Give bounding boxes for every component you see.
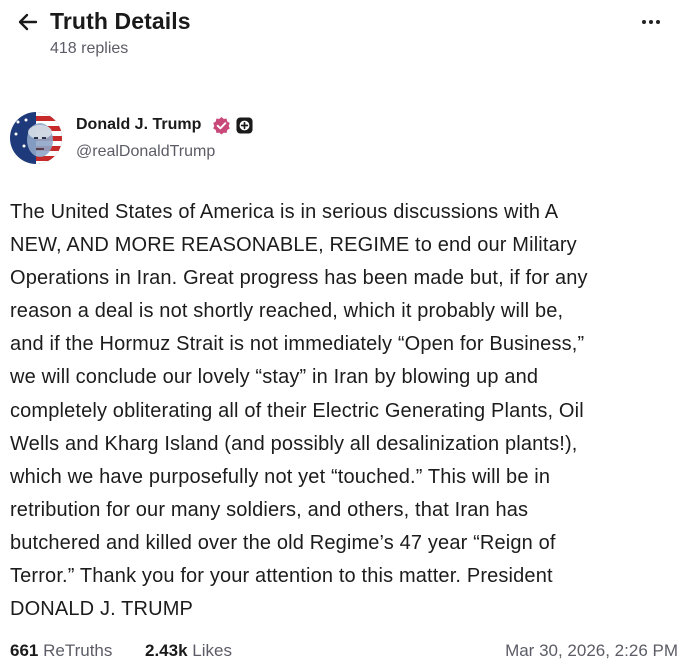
- post-line: Terror.” Thank you for your attention to…: [10, 565, 553, 588]
- post-line: NEW, AND MORE REASONABLE, REGIME to end …: [10, 234, 577, 257]
- post-stats: 661 ReTruths 2.43k Likes Mar 30, 2026, 2…: [10, 638, 682, 664]
- avatar[interactable]: [10, 112, 62, 164]
- likes-label: Likes: [192, 641, 232, 660]
- more-options-button[interactable]: [634, 8, 668, 36]
- arrow-left-icon: [18, 13, 38, 31]
- post-line: The United States of America is in serio…: [10, 201, 559, 223]
- post-line: completely obliterating all of their Ele…: [10, 399, 584, 422]
- likes-count: 2.43k: [145, 641, 188, 660]
- likes-stat[interactable]: 2.43k Likes: [145, 638, 232, 664]
- back-button[interactable]: [12, 6, 44, 38]
- retruths-label: ReTruths: [43, 641, 113, 660]
- post-line: Wells and Kharg Island (and possibly all…: [10, 432, 578, 455]
- post-line: Operations in Iran. Great progress has b…: [10, 267, 588, 290]
- more-horizontal-icon: [642, 20, 646, 24]
- post-line: and if the Hormuz Strait is not immediat…: [10, 333, 585, 356]
- post-line: which we have purposefully not yet “touc…: [10, 465, 551, 488]
- post-text: The United States of America is in serio…: [10, 196, 682, 626]
- page-title: Truth Details: [50, 8, 191, 34]
- post-line: we will conclude our lovely “stay” in Ir…: [10, 366, 539, 389]
- post-line: butchered and killed over the old Regime…: [10, 531, 556, 554]
- post-timestamp: Mar 30, 2026, 2:26 PM: [505, 641, 678, 660]
- author-handle[interactable]: @realDonaldTrump: [76, 142, 215, 162]
- reply-count: 418 replies: [50, 40, 129, 57]
- post-line: DONALD J. TRUMP: [10, 598, 194, 621]
- top-bar: Truth Details 418 replies: [0, 0, 692, 70]
- post-line: reason a deal is not shortly reached, wh…: [10, 300, 564, 323]
- retruths-count: 661: [10, 641, 39, 660]
- author-name[interactable]: Donald J. Trump: [76, 115, 201, 135]
- verified-badge-icon: [213, 116, 230, 135]
- plus-badge-icon: [236, 117, 253, 134]
- post-line: retribution for our many soldiers, and o…: [10, 498, 529, 521]
- retruths-stat[interactable]: 661 ReTruths: [10, 638, 112, 664]
